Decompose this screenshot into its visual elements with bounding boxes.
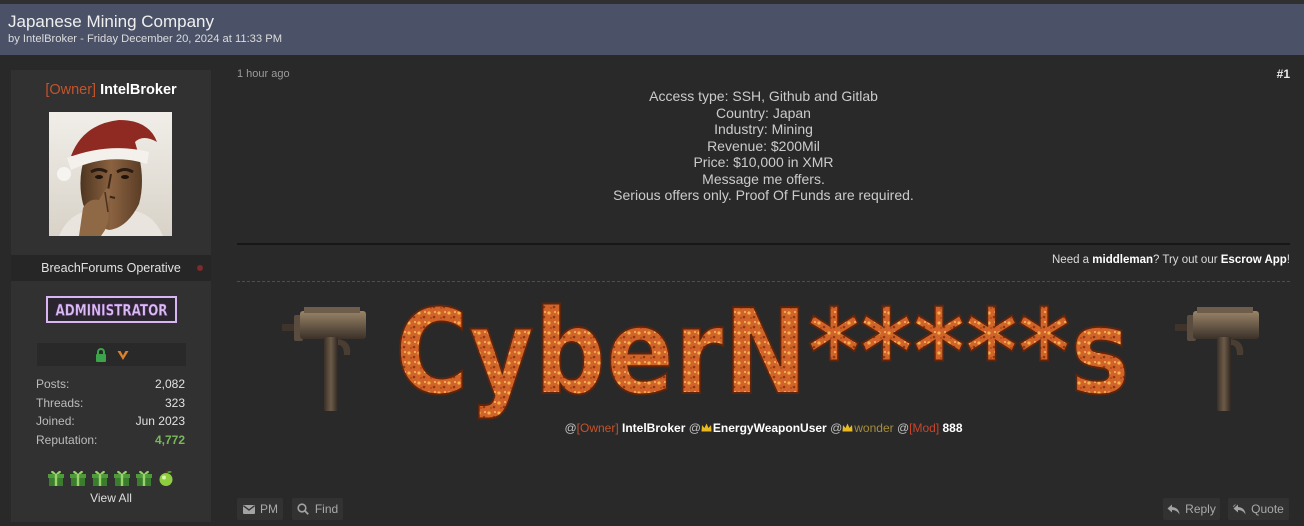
award-gift-icon[interactable] <box>91 469 109 487</box>
stat-value: Jun 2023 <box>135 414 185 428</box>
post-permalink[interactable]: #1 <box>1277 67 1290 81</box>
stat-label: Threads: <box>36 396 84 410</box>
mention-rank-tag: [Mod] <box>909 421 940 435</box>
post-line: Revenue: $200Mil <box>707 137 820 154</box>
author-username[interactable]: [Owner] IntelBroker <box>11 81 211 99</box>
mention-name[interactable]: IntelBroker <box>622 421 685 435</box>
reputation-value[interactable]: 4,772 <box>155 433 185 447</box>
pm-label: PM <box>260 502 278 516</box>
escrow-text: Need a <box>1052 254 1093 266</box>
reply-icon <box>1167 503 1180 515</box>
signature-banner-text: CyberN*****s <box>395 290 1130 420</box>
award-gift-icon[interactable] <box>69 469 87 487</box>
mention-at: @ <box>896 421 910 435</box>
mention-name[interactable]: EnergyWeaponUser <box>713 421 827 435</box>
mention-name[interactable]: 888 <box>943 421 963 435</box>
post-separator <box>237 243 1290 245</box>
find-button[interactable]: Find <box>292 498 343 520</box>
award-gift-icon[interactable] <box>135 469 153 487</box>
stat-label: Reputation: <box>36 433 98 447</box>
quote-button[interactable]: Quote <box>1228 498 1289 520</box>
mention-energyweaponuser[interactable]: @ EnergyWeaponUser <box>689 421 827 435</box>
mention-rank-tag: [Owner] <box>576 421 619 435</box>
reply-button[interactable]: Reply <box>1163 498 1220 520</box>
mail-icon <box>242 503 255 515</box>
award-gift-icon[interactable] <box>47 469 65 487</box>
award-apple-icon[interactable] <box>157 469 175 487</box>
stat-reputation: Reputation: 4,772 <box>36 433 185 447</box>
thread-byline: by IntelBroker - Friday December 20, 202… <box>8 33 283 45</box>
avatar[interactable] <box>49 112 172 236</box>
post-line: Price: $10,000 in XMR <box>693 154 834 170</box>
thread-title: Japanese Mining Company <box>8 12 215 31</box>
crown-icon <box>842 421 853 432</box>
username-link[interactable]: IntelBroker <box>100 82 177 98</box>
mention-wonder[interactable]: @ wonder <box>830 421 894 435</box>
stat-joined: Joined: Jun 2023 <box>36 414 185 428</box>
post-body: Access type: SSH, Github and Gitlab Coun… <box>237 88 1290 204</box>
post-timestamp: 1 hour ago <box>237 68 290 80</box>
signature-banner: CyberN*****s <box>282 290 1259 420</box>
mention-intelbroker[interactable]: @[Owner] IntelBroker <box>564 421 685 435</box>
offline-status-dot <box>197 265 203 271</box>
mention-at: @ <box>564 421 577 435</box>
stat-threads: Threads: 323 <box>36 396 185 410</box>
mention-name[interactable]: wonder <box>854 421 893 435</box>
mention-at: @ <box>830 421 843 435</box>
thread-header: Japanese Mining Company by IntelBroker -… <box>0 4 1304 55</box>
escrow-middleman-text: middleman <box>1092 254 1153 266</box>
stat-value: 323 <box>164 396 185 410</box>
stat-posts: Posts: 2,082 <box>36 377 185 391</box>
post-line: Serious offers only. Proof Of Funds are … <box>613 187 914 203</box>
escrow-app-link[interactable]: Escrow App <box>1221 254 1287 266</box>
uzi-gun-icon <box>1175 307 1259 411</box>
post-line: Access type: SSH, Github and Gitlab <box>649 88 878 104</box>
escrow-text: ! <box>1286 254 1290 266</box>
mention-at: @ <box>688 421 701 435</box>
search-icon <box>297 503 310 515</box>
crown-icon <box>701 421 712 432</box>
lock-icon <box>95 347 107 362</box>
awards-row <box>11 469 211 487</box>
stat-value: 2,082 <box>154 377 185 391</box>
escrow-text: ? Try out our <box>1153 254 1221 266</box>
group-badge-administrator: ADMINISTRATOR <box>46 296 177 323</box>
user-title: BreachForums Operative <box>41 261 181 275</box>
group-badge-text: ADMINISTRATOR <box>56 301 168 320</box>
uzi-gun-icon <box>282 307 366 411</box>
stat-label: Posts: <box>36 377 70 391</box>
user-title-row: BreachForums Operative <box>11 255 211 281</box>
reply-label: Reply <box>1185 502 1216 516</box>
pm-button[interactable]: PM <box>237 498 283 520</box>
author-panel: [Owner] IntelBroker BreachForums Operati… <box>11 70 211 522</box>
signature-mentions: @[Owner] IntelBroker @ EnergyWeaponUser @… <box>237 421 1290 435</box>
post-line: Industry: Mining <box>714 121 813 137</box>
escrow-notice: Need a middleman? Try out our Escrow App… <box>1052 253 1290 267</box>
owner-rank-tag: [Owner] <box>45 82 97 98</box>
vip-v-icon <box>117 348 129 362</box>
quote-icon <box>1233 503 1246 515</box>
quote-label: Quote <box>1251 502 1284 516</box>
mention-888[interactable]: @[Mod] 888 <box>897 421 963 435</box>
awards-view-all-link[interactable]: View All <box>11 491 211 505</box>
award-gift-icon[interactable] <box>113 469 131 487</box>
status-icons <box>37 343 186 366</box>
find-label: Find <box>314 502 339 516</box>
stat-label: Joined: <box>36 414 75 428</box>
post-line: Message me offers. <box>702 170 825 187</box>
signature-divider <box>237 281 1290 282</box>
post-line: Country: Japan <box>716 104 811 121</box>
